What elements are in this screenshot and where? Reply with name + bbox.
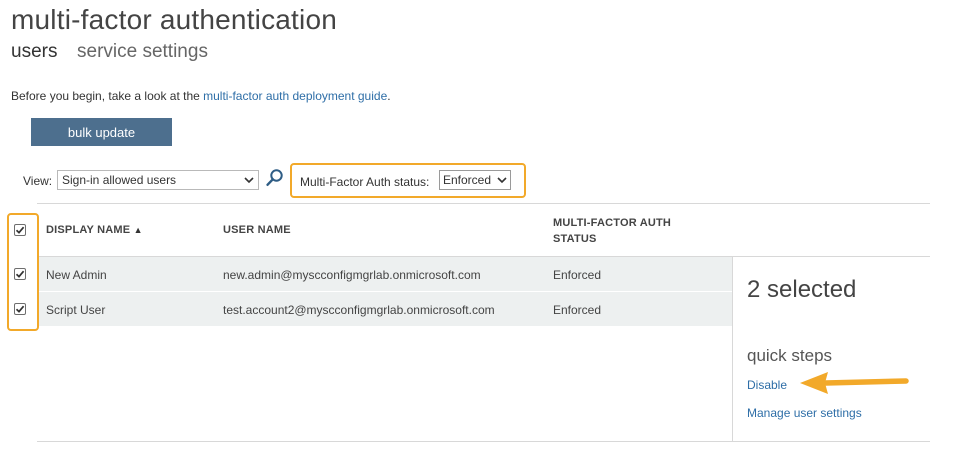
tab-users[interactable]: users: [11, 41, 57, 63]
column-header-display-name[interactable]: DISPLAY NAME ▲: [46, 224, 143, 236]
intro-text: Before you begin, take a look at the mul…: [11, 89, 391, 103]
page-title: multi-factor authentication: [11, 4, 338, 35]
column-header-user-name[interactable]: USER NAME: [223, 224, 291, 236]
cell-mfa-status: Enforced: [553, 268, 602, 282]
column-header-display-name-label: DISPLAY NAME: [46, 224, 131, 236]
column-header-mfa-status[interactable]: MULTI-FACTOR AUTH STATUS: [553, 215, 671, 247]
table-bottom-divider: [37, 441, 930, 442]
mfa-status-label: Multi-Factor Auth status:: [300, 175, 430, 189]
manage-user-settings-link[interactable]: Manage user settings: [747, 406, 862, 420]
checkbox-column-highlight: [7, 213, 39, 331]
sort-ascending-icon: ▲: [133, 225, 143, 235]
cell-user-name: test.account2@myscconfigmgrlab.onmicroso…: [223, 303, 495, 317]
cell-display-name: New Admin: [46, 268, 107, 282]
chevron-down-icon: [497, 176, 507, 183]
mfa-status-select[interactable]: Enforced: [439, 170, 511, 190]
intro-suffix: .: [387, 89, 391, 103]
cell-user-name: new.admin@myscconfigmgrlab.onmicrosoft.c…: [223, 268, 481, 282]
mfa-status-select-value: Enforced: [443, 173, 492, 187]
selected-count: 2 selected: [747, 276, 857, 303]
quick-steps-title: quick steps: [747, 346, 833, 365]
bulk-update-button[interactable]: bulk update: [31, 118, 172, 146]
view-select-value: Sign-in allowed users: [62, 173, 177, 187]
cell-mfa-status: Enforced: [553, 303, 602, 317]
tab-service-settings[interactable]: service settings: [77, 41, 208, 63]
view-label: View:: [23, 174, 53, 188]
arrow-left-icon: [800, 372, 909, 394]
search-icon[interactable]: [265, 168, 285, 188]
cell-display-name: Script User: [46, 303, 106, 317]
deployment-guide-link[interactable]: multi-factor auth deployment guide: [203, 89, 387, 103]
chevron-down-icon: [244, 176, 254, 183]
table-top-divider: [37, 203, 930, 204]
disable-link[interactable]: Disable: [747, 378, 787, 392]
intro-prefix: Before you begin, take a look at the: [11, 89, 204, 103]
view-select[interactable]: Sign-in allowed users: [57, 170, 259, 190]
